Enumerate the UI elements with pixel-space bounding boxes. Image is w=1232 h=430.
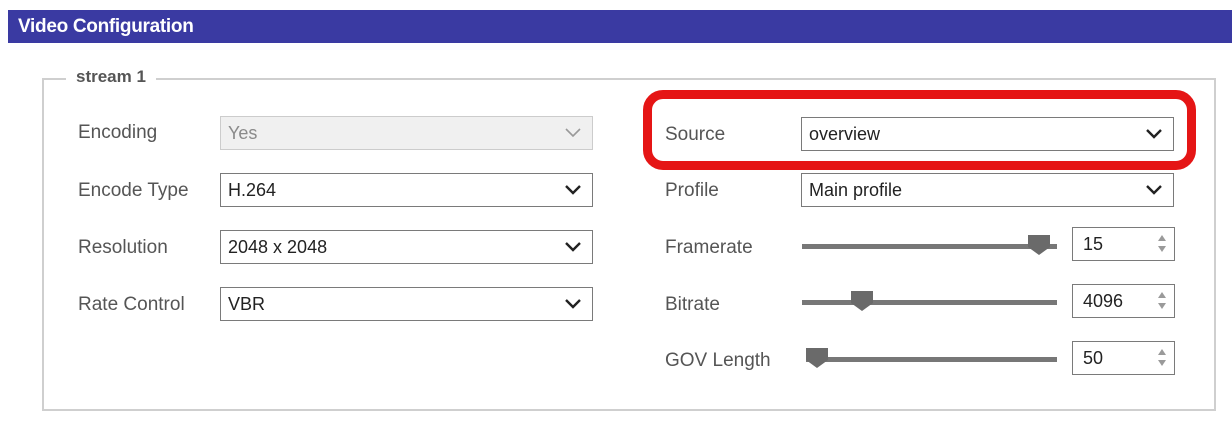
slider-track: [802, 300, 1057, 305]
framerate-spinner[interactable]: 15: [1072, 227, 1175, 261]
bitrate-label: Bitrate: [665, 294, 720, 315]
panel-title-bar: Video Configuration: [8, 10, 1232, 43]
encoding-value: Yes: [228, 123, 258, 143]
chevron-down-icon: [565, 299, 581, 309]
rate-control-label: Rate Control: [78, 294, 185, 315]
rate-control-value: VBR: [228, 294, 266, 314]
slider-thumb-icon[interactable]: [1028, 235, 1050, 255]
slider-track: [806, 357, 1057, 362]
encode-type-select[interactable]: H.264: [220, 173, 593, 207]
framerate-label: Framerate: [665, 237, 753, 258]
resolution-select[interactable]: 2048 x 2048: [220, 230, 593, 264]
spinner-arrows-icon[interactable]: [1157, 233, 1167, 255]
bitrate-slider[interactable]: [802, 291, 1057, 313]
chevron-down-icon: [565, 185, 581, 195]
slider-thumb-icon[interactable]: [806, 348, 828, 368]
profile-select[interactable]: Main profile: [801, 173, 1174, 207]
rate-control-select[interactable]: VBR: [220, 287, 593, 321]
slider-thumb-icon[interactable]: [851, 291, 873, 311]
gov-length-slider[interactable]: [806, 348, 1057, 370]
resolution-label: Resolution: [78, 237, 168, 258]
encoding-select[interactable]: Yes: [220, 116, 593, 150]
chevron-down-icon: [1146, 185, 1162, 195]
encoding-label: Encoding: [78, 122, 158, 143]
framerate-value: 15: [1083, 234, 1104, 254]
stream-legend: stream 1: [66, 67, 156, 87]
spinner-arrows-icon[interactable]: [1157, 347, 1167, 369]
spinner-arrows-icon[interactable]: [1157, 290, 1167, 312]
source-highlight-annotation: [643, 90, 1196, 170]
gov-length-spinner[interactable]: 50: [1072, 341, 1175, 375]
encode-type-value: H.264: [228, 180, 277, 200]
resolution-value: 2048 x 2048: [228, 237, 328, 257]
bitrate-spinner[interactable]: 4096: [1072, 284, 1175, 318]
chevron-down-icon: [565, 242, 581, 252]
chevron-down-icon: [565, 128, 581, 138]
panel-title: Video Configuration: [18, 16, 194, 37]
framerate-slider[interactable]: [802, 235, 1057, 257]
profile-value: Main profile: [809, 180, 903, 200]
slider-track: [802, 244, 1057, 249]
bitrate-value: 4096: [1083, 291, 1124, 311]
encode-type-label: Encode Type: [78, 180, 189, 201]
profile-label: Profile: [665, 180, 719, 201]
gov-length-label: GOV Length: [665, 350, 771, 371]
gov-length-value: 50: [1083, 348, 1104, 368]
